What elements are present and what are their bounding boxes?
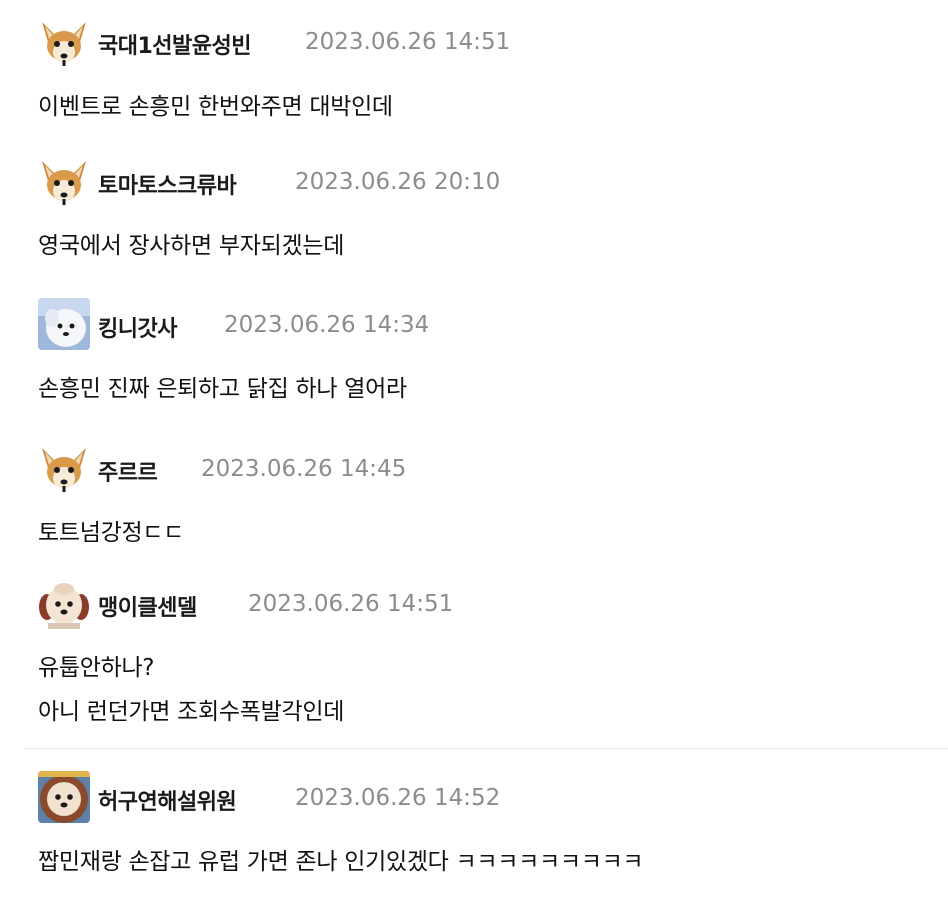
comment-text: 아니 런던가면 조회수폭발각인데 — [38, 699, 345, 725]
comment-timestamp: 2023.06.26 14:45 — [201, 456, 407, 482]
comment-timestamp: 2023.06.26 14:52 — [295, 785, 501, 811]
comment-divider — [24, 748, 948, 749]
comment-nickname[interactable]: 킹니갓사 — [98, 311, 177, 343]
comment-text: 토트넘강정ㄷㄷ — [38, 520, 185, 546]
fennec-fox-icon[interactable] — [38, 155, 90, 207]
comment-text: 손흥민 진짜 은퇴하고 닭집 하나 열어라 — [38, 376, 407, 402]
comment-timestamp: 2023.06.26 14:51 — [248, 591, 454, 617]
comment-nickname[interactable]: 주르르 — [98, 455, 158, 487]
comment-timestamp: 2023.06.26 14:34 — [224, 312, 430, 338]
comment-nickname[interactable]: 국대1선발윤성빈 — [98, 28, 252, 60]
comment-timestamp: 2023.06.26 20:10 — [295, 169, 501, 195]
comment-nickname[interactable]: 허구연해설위원 — [98, 784, 237, 816]
white-dog-icon[interactable] — [38, 298, 90, 350]
lion-puppy-icon[interactable] — [38, 771, 90, 823]
comment-text: 영국에서 장사하면 부자되겠는데 — [38, 233, 345, 259]
comment-nickname[interactable]: 맹이클센델 — [98, 590, 197, 622]
comment-text: 유툽안하나? — [38, 655, 155, 681]
fennec-fox-icon[interactable] — [38, 442, 90, 494]
fluffy-puppy-icon[interactable] — [38, 577, 90, 629]
fennec-fox-icon[interactable] — [38, 16, 90, 68]
comment-timestamp: 2023.06.26 14:51 — [305, 29, 511, 55]
comment-text: 짭민재랑 손잡고 유럽 가면 존나 인기있겠다 ㅋㅋㅋㅋㅋㅋㅋㅋㅋ — [38, 849, 644, 875]
comment-text: 이벤트로 손흥민 한번와주면 대박인데 — [38, 94, 393, 120]
comment-nickname[interactable]: 토마토스크류바 — [98, 168, 237, 200]
